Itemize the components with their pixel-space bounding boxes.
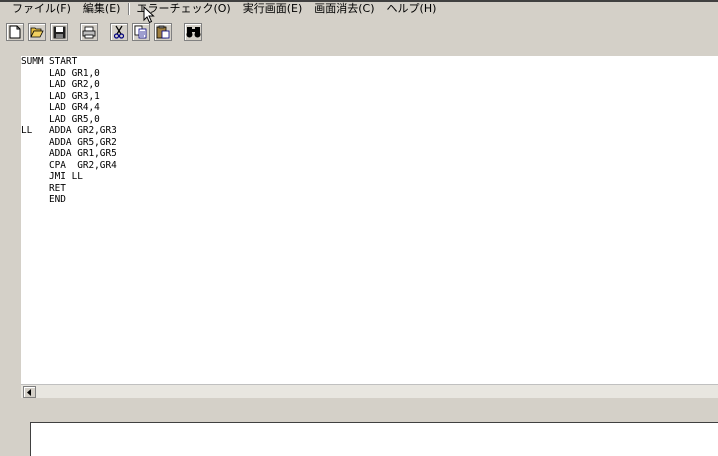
paste-button[interactable] (154, 23, 172, 41)
menu-run-screen[interactable]: 実行画面(E) (239, 2, 311, 16)
menu-clear-screen[interactable]: 画面消去(C) (310, 2, 382, 16)
code-instruction: JMI LL (49, 171, 83, 182)
new-file-button[interactable] (6, 23, 24, 41)
print-button[interactable] (80, 23, 98, 41)
code-line: ADDA GR5,GR2 (21, 137, 117, 149)
code-instruction: ADDA GR5,GR2 (49, 136, 117, 148)
code-instruction: LAD GR3,1 (49, 90, 100, 102)
source-editor[interactable]: SUMM START LAD GR1,0 LAD GR2,0 LAD GR3,1 LAD … (21, 56, 718, 384)
print-icon (82, 26, 96, 38)
code-line: CPA GR2,GR4 (21, 160, 117, 172)
code-line: LAD GR5,0 (21, 114, 117, 126)
code-instruction: ADDA GR1,GR5 (49, 148, 117, 159)
code-instruction: LAD GR4,4 (49, 102, 100, 113)
code-instruction: RET (49, 182, 66, 194)
horizontal-scrollbar[interactable] (21, 384, 718, 399)
copy-button[interactable] (132, 23, 150, 41)
code-line: RET (21, 183, 117, 195)
toolbar (6, 20, 206, 44)
cut-icon (113, 25, 125, 39)
code-instruction: ADDA GR2,GR3 (49, 125, 117, 136)
menu-file[interactable]: ファイル(F) (0, 2, 79, 16)
output-field[interactable] (30, 422, 718, 456)
menu-edit[interactable]: 編集(E) (79, 2, 129, 16)
app-window: ファイル(F) 編集(E) エラーチェック(O) 実行画面(E) 画面消去(C)… (0, 0, 718, 456)
code-line: END (21, 194, 117, 206)
menu-help[interactable]: ヘルプ(H) (383, 2, 445, 16)
new-file-icon (9, 25, 21, 39)
binoculars-icon (186, 27, 200, 38)
code-line: LAD GR1,0 (21, 68, 117, 80)
code-line: LAD GR4,4 (21, 102, 117, 114)
code-label: LL (21, 125, 33, 136)
code-instruction: CPA GR2,GR4 (49, 159, 117, 171)
open-button[interactable] (28, 23, 46, 41)
save-button[interactable] (50, 23, 68, 41)
code-instruction: END (49, 194, 66, 205)
arrow-left-icon (27, 388, 31, 396)
scroll-left-button[interactable] (23, 386, 36, 398)
open-folder-icon (30, 27, 44, 38)
mouse-pointer-icon (143, 6, 155, 24)
find-button[interactable] (184, 23, 202, 41)
menu-bar: ファイル(F) 編集(E) エラーチェック(O) 実行画面(E) 画面消去(C)… (0, 0, 718, 16)
code-instruction: LAD GR1,0 (49, 67, 100, 79)
source-code: SUMM START LAD GR1,0 LAD GR2,0 LAD GR3,1 LAD … (21, 56, 117, 206)
code-instruction: START (49, 56, 78, 67)
code-line: JMI LL (21, 171, 117, 183)
code-instruction: LAD GR5,0 (49, 113, 100, 125)
copy-icon (134, 25, 147, 39)
code-instruction: LAD GR2,0 (49, 79, 100, 90)
code-line: LAD GR2,0 (21, 79, 117, 91)
code-label: SUMM (21, 56, 44, 67)
code-line: LAD GR3,1 (21, 91, 117, 103)
output-pane (21, 398, 718, 456)
save-icon (53, 26, 65, 38)
paste-icon (156, 25, 170, 39)
code-line: LL ADDA GR2,GR3 (21, 125, 117, 137)
code-line: ADDA GR1,GR5 (21, 148, 117, 160)
code-line: SUMM START (21, 56, 117, 68)
cut-button[interactable] (110, 23, 128, 41)
menu-separator (128, 3, 131, 15)
